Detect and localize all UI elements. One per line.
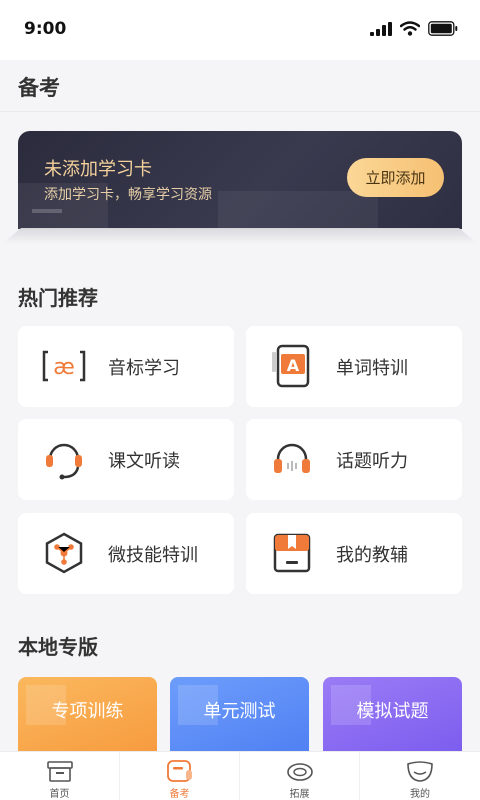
tab-study[interactable]: 备考	[120, 752, 240, 800]
signal-icon	[370, 21, 392, 36]
tab-profile[interactable]: 我的	[360, 752, 480, 800]
rec-item-topic-listening[interactable]: 话题听力	[246, 419, 462, 500]
tab-home[interactable]: 首页	[0, 752, 120, 800]
status-icons	[370, 21, 458, 36]
status-bar: 9:00	[0, 0, 480, 60]
rec-item-text-listening[interactable]: 课文听读	[18, 419, 234, 500]
rec-item-micro-skills[interactable]: 微技能特训	[18, 513, 234, 594]
rec-item-label: 我的教辅	[336, 545, 408, 566]
book-icon	[273, 533, 311, 573]
wifi-icon	[400, 21, 420, 36]
local-section-title: 本地专版	[18, 635, 98, 659]
local-card-mock-exam[interactable]: 模拟试题	[323, 677, 462, 757]
headset-mic-icon	[46, 443, 82, 480]
rec-item-label: 单词特训	[336, 358, 408, 379]
rec-item-words[interactable]: A 单词特训	[246, 326, 462, 407]
local-card-special-training[interactable]: 专项训练	[18, 677, 157, 757]
headphones-icon	[274, 443, 310, 473]
rec-item-label: 微技能特训	[108, 545, 198, 566]
svg-text:æ: æ	[53, 355, 75, 380]
expand-icon	[287, 763, 313, 781]
status-time: 9:00	[24, 19, 67, 39]
tab-label: 我的	[410, 789, 430, 800]
local-card-label: 模拟试题	[356, 701, 429, 722]
hexagon-skill-icon	[45, 532, 83, 574]
phonetic-icon: æ	[42, 350, 86, 382]
page-title: 备考	[18, 76, 60, 100]
banner-decoration	[32, 209, 62, 213]
local-card-label: 专项训练	[51, 701, 124, 722]
banner-title: 未添加学习卡	[44, 159, 152, 180]
tab-label: 首页	[49, 789, 70, 800]
rec-item-label: 话题听力	[336, 451, 408, 472]
profile-icon	[407, 761, 433, 782]
banner-decoration	[218, 191, 378, 229]
word-card-icon: A	[272, 344, 310, 388]
rec-item-label: 音标学习	[108, 358, 180, 379]
local-card-unit-test[interactable]: 单元测试	[170, 677, 309, 757]
rec-item-phonetics[interactable]: æ 音标学习	[18, 326, 234, 407]
battery-icon	[428, 21, 458, 36]
study-card-banner[interactable]: 未添加学习卡 添加学习卡，畅享学习资源 立即添加	[18, 131, 462, 229]
tab-label: 拓展	[289, 789, 310, 800]
bottom-tab-bar: 首页 备考 拓展 我的	[0, 751, 480, 800]
add-now-button[interactable]: 立即添加	[347, 158, 444, 197]
banner-subtitle: 添加学习卡，畅享学习资源	[44, 187, 212, 203]
local-card-label: 单元测试	[203, 701, 276, 722]
rec-item-my-materials[interactable]: 我的教辅	[246, 513, 462, 594]
hot-section-title: 热门推荐	[18, 286, 98, 310]
tab-label: 备考	[169, 789, 190, 800]
tab-expand[interactable]: 拓展	[240, 752, 360, 800]
svg-text:A: A	[287, 356, 300, 375]
header: 备考	[0, 60, 480, 112]
rec-item-label: 课文听读	[108, 451, 180, 472]
study-icon	[167, 760, 192, 782]
home-box-icon	[47, 761, 73, 782]
banner-shadow	[2, 228, 478, 244]
